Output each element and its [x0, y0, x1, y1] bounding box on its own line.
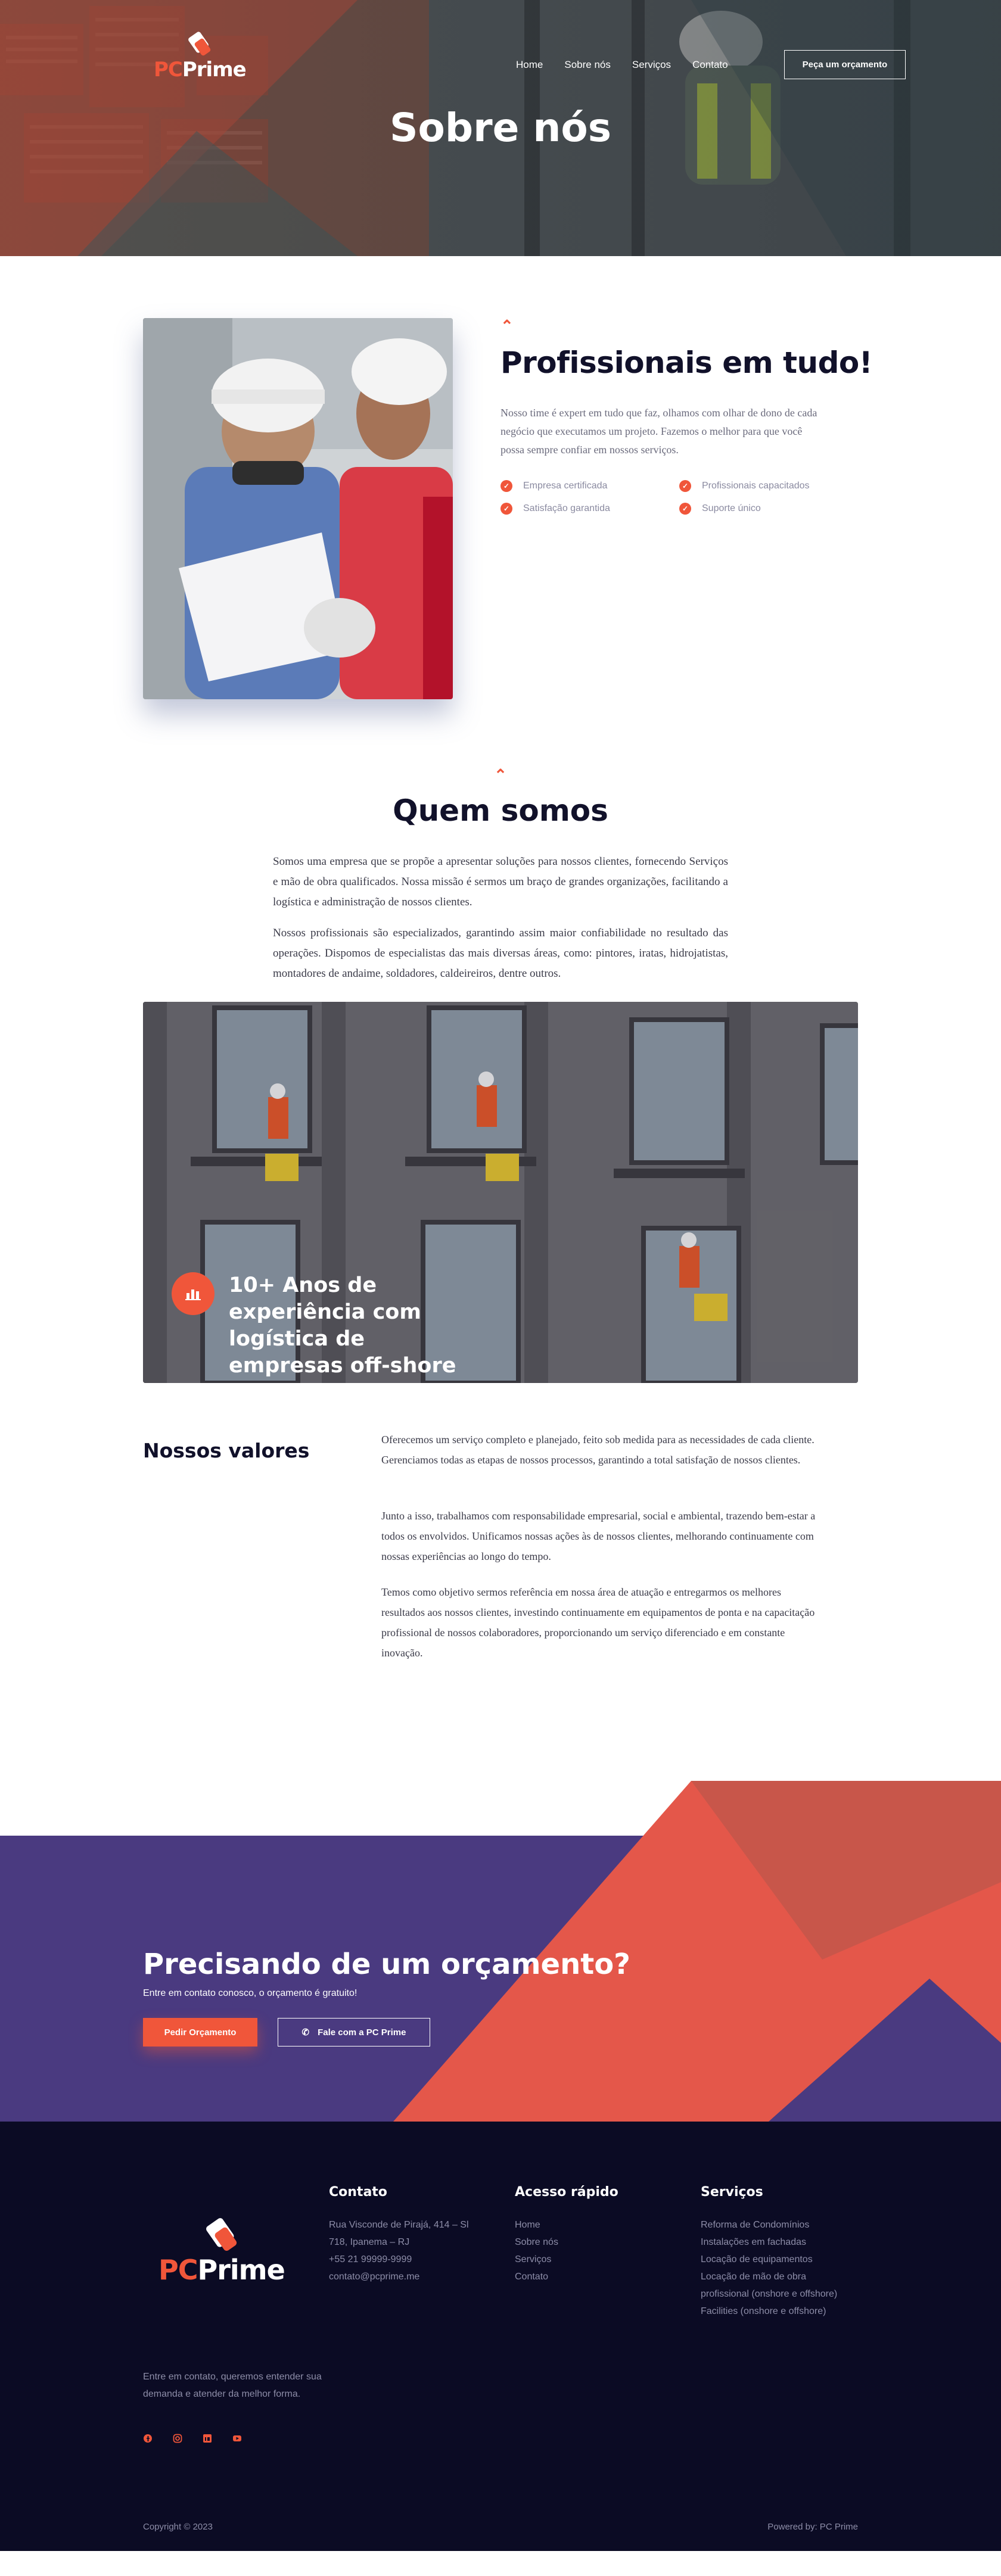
nav-sobre[interactable]: Sobre nós — [564, 59, 611, 71]
footer-services-title: Serviços — [701, 2185, 763, 2200]
footer-contact-title: Contato — [329, 2185, 387, 2200]
footer-contact: Contato Rua Visconde de Pirajá, 414 – Sl… — [329, 2185, 478, 2285]
features-list: ✓ Empresa certificada ✓ Profissionais capa… — [500, 480, 858, 515]
logo-pc-text: PC — [154, 58, 183, 82]
footer-service-link[interactable]: Facilities (onshore e offshore) — [701, 2303, 850, 2320]
experience-text: 10+ Anos de experiência com logística de… — [229, 1273, 456, 1378]
footer-service-link[interactable]: Reforma de Condomínios — [701, 2216, 850, 2234]
footer-link-contato[interactable]: Contato — [515, 2268, 618, 2285]
footer-service-link[interactable]: Locação de equipamentos — [701, 2251, 850, 2268]
cta-title: Precisando de um orçamento? — [143, 1948, 631, 1981]
feature-label: Empresa certificada — [523, 481, 608, 491]
section-chevron-icon: ⌃ — [494, 766, 507, 784]
copyright-text: Copyright © 2023 — [143, 2522, 213, 2532]
nav-quote-button[interactable]: Peça um orçamento — [784, 50, 906, 79]
linkedin-icon[interactable] — [203, 2434, 212, 2443]
footer-link-home[interactable]: Home — [515, 2216, 618, 2234]
footer-logo[interactable]: PCPrime — [158, 2217, 285, 2284]
site-logo[interactable]: PCPrime — [154, 31, 247, 82]
email-address[interactable]: contato@pcprime.me — [329, 2268, 478, 2285]
values-paragraph-1: Oferecemos um serviço completo e planeja… — [381, 1434, 815, 1466]
footer-link-servicos[interactable]: Serviços — [515, 2251, 618, 2268]
section-chevron-icon: ⌃ — [500, 317, 514, 335]
facebook-icon[interactable] — [143, 2434, 153, 2443]
professionals-title: Profissionais em tudo! — [500, 345, 873, 380]
check-icon: ✓ — [679, 503, 691, 515]
nav-servicos[interactable]: Serviços — [632, 59, 671, 71]
page-title: Sobre nós — [389, 105, 612, 151]
who-paragraph-2: Nossos profissionais são especializados,… — [273, 927, 728, 980]
phone-icon: ✆ — [301, 2027, 310, 2038]
check-icon: ✓ — [679, 480, 691, 492]
feature-label: Suporte único — [702, 503, 761, 513]
experience-banner: 10+ Anos de experiência com logística de… — [143, 1002, 858, 1383]
cta-subtitle: Entre em contato conosco, o orçamento é … — [143, 1988, 358, 1998]
feature-item: ✓ Profissionais capacitados — [679, 480, 858, 492]
values-title: Nossos valores — [143, 1439, 310, 1462]
values-section: Nossos valores Oferecemos um serviço com… — [0, 1370, 1001, 1781]
hero-section: PCPrime Home Sobre nós Serviços Contato … — [0, 0, 1001, 256]
nav-contato[interactable]: Contato — [692, 59, 728, 71]
social-links — [143, 2434, 262, 2443]
logo-prime-text: Prime — [197, 2254, 285, 2286]
request-quote-button[interactable]: Pedir Orçamento — [143, 2018, 257, 2047]
footer-services: Serviços Reforma de Condomínios Instalaç… — [701, 2185, 850, 2320]
contact-button[interactable]: ✆ Fale com a PC Prime — [278, 2018, 430, 2047]
who-title: Quem somos — [393, 793, 608, 828]
footer-service-link[interactable]: Instalações em fachadas — [701, 2234, 850, 2251]
logo-pc-text: PC — [158, 2254, 198, 2286]
workers-photo — [143, 318, 453, 699]
youtube-icon[interactable] — [232, 2434, 242, 2443]
values-paragraph-2: Junto a isso, trabalhamos com responsabi… — [381, 1510, 816, 1562]
powered-by-text: Powered by: PC Prime — [767, 2522, 858, 2532]
values-paragraph-3: Temos como objetivo sermos referência em… — [381, 1586, 815, 1659]
main-nav: Home Sobre nós Serviços Contato Peça um … — [516, 50, 906, 79]
check-icon: ✓ — [500, 503, 512, 515]
check-icon: ✓ — [500, 480, 512, 492]
phone-number[interactable]: +55 21 99999-9999 — [329, 2251, 478, 2268]
footer-service-link[interactable]: Locação de mão de obra — [701, 2268, 850, 2285]
address-line-2: 718, Ipanema – RJ — [329, 2237, 410, 2247]
chart-icon — [172, 1272, 214, 1315]
site-footer: PCPrime Contato Rua Visconde de Pirajá, … — [0, 2122, 1001, 2551]
who-paragraph-1: Somos uma empresa que se propõe a aprese… — [273, 855, 728, 908]
feature-item: ✓ Empresa certificada — [500, 480, 679, 492]
contact-button-label: Fale com a PC Prime — [318, 2027, 406, 2038]
nav-home[interactable]: Home — [516, 59, 543, 71]
feature-item: ✓ Satisfação garantida — [500, 503, 679, 515]
who-we-are-section: ⌃ Quem somos Somos uma empresa que se pr… — [0, 739, 1001, 1383]
logo-prime-text: Prime — [182, 58, 247, 82]
address-line-1: Rua Visconde de Pirajá, 414 – Sl — [329, 2220, 469, 2230]
feature-label: Profissionais capacitados — [702, 481, 810, 491]
feature-label: Satisfação garantida — [523, 503, 610, 513]
footer-quick-title: Acesso rápido — [515, 2185, 618, 2200]
footer-quick-links: Acesso rápido Home Sobre nós Serviços Co… — [515, 2185, 618, 2285]
instagram-icon[interactable] — [173, 2434, 182, 2443]
footer-about-text: Entre em contato, queremos entender sua … — [143, 2372, 322, 2399]
feature-item: ✓ Suporte único — [679, 503, 858, 515]
footer-link-sobre[interactable]: Sobre nós — [515, 2234, 618, 2251]
professionals-text: Nosso time é expert em tudo que faz, olh… — [500, 407, 817, 456]
quote-cta-section: Precisando de um orçamento? Entre em con… — [0, 1781, 1001, 2122]
professionals-section: ⌃ Profissionais em tudo! Nosso time é ex… — [0, 256, 1001, 739]
footer-service-link[interactable]: profissional (onshore e offshore) — [701, 2285, 850, 2303]
